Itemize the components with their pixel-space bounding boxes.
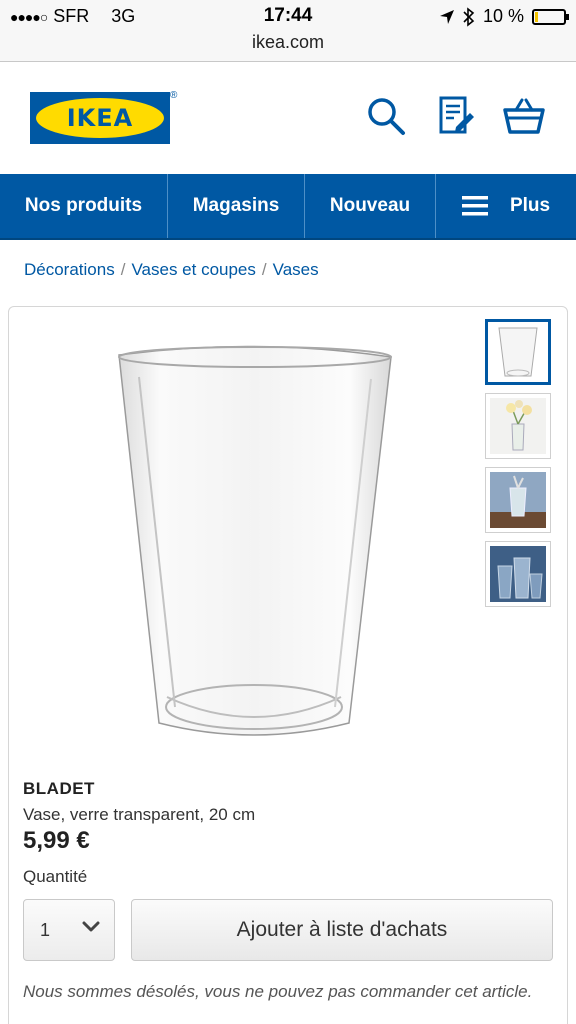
product-name: BLADET bbox=[23, 779, 95, 798]
product-price: 5,99 € bbox=[23, 827, 90, 854]
battery-icon bbox=[532, 8, 569, 25]
breadcrumb-separator: / bbox=[261, 260, 267, 279]
nav-item-products[interactable]: Nos produits bbox=[0, 174, 168, 238]
breadcrumb-separator: / bbox=[120, 260, 126, 279]
thumbnail-vase-empty[interactable] bbox=[485, 319, 551, 385]
search-icon[interactable] bbox=[364, 94, 408, 138]
nav-item-new[interactable]: Nouveau bbox=[305, 174, 436, 238]
thumbnail-list bbox=[485, 319, 553, 615]
breadcrumb-link-vases-coupes[interactable]: Vases et coupes bbox=[131, 260, 255, 280]
add-to-shopping-list-button[interactable]: Ajouter à liste d'achats bbox=[131, 899, 553, 961]
thumbnail-vases-group[interactable] bbox=[485, 541, 551, 607]
basket-icon[interactable] bbox=[502, 94, 546, 138]
quantity-label: Quantité bbox=[23, 867, 88, 886]
breadcrumb: Décorations / Vases et coupes / Vases bbox=[24, 260, 319, 280]
quantity-value: 1 bbox=[40, 919, 51, 940]
unavailable-notice: Nous sommes désolés, vous ne pouvez pas … bbox=[23, 982, 533, 1001]
quantity-select[interactable]: 1 bbox=[23, 899, 115, 961]
thumbnail-vase-shelf[interactable] bbox=[485, 467, 551, 533]
thumbnail-vase-flowers[interactable] bbox=[485, 393, 551, 459]
logo-wordmark: IKEA bbox=[36, 98, 164, 138]
product-image[interactable] bbox=[109, 337, 399, 747]
status-bar: ●●●●○ SFR 3G 17:44 ikea.com 10 % bbox=[0, 0, 576, 62]
address-bar[interactable]: ikea.com bbox=[0, 32, 576, 53]
nav-item-label: Magasins bbox=[192, 195, 280, 216]
status-icons: 10 % bbox=[439, 6, 569, 27]
registered-mark: ® bbox=[170, 90, 178, 101]
product-card: BLADET Vase, verre transparent, 20 cm 5,… bbox=[8, 306, 568, 1024]
menu-icon bbox=[461, 196, 488, 216]
location-arrow-icon bbox=[439, 9, 454, 24]
nav-item-label: Nouveau bbox=[329, 195, 411, 216]
chevron-down-icon bbox=[82, 921, 100, 932]
nav-item-more[interactable]: Plus bbox=[436, 174, 576, 238]
shopping-list-icon[interactable] bbox=[434, 94, 478, 138]
nav-item-label: Nos produits bbox=[24, 195, 143, 216]
bluetooth-icon bbox=[463, 6, 475, 27]
battery-percent: 10 % bbox=[482, 6, 524, 26]
ikea-logo[interactable]: IKEA bbox=[30, 92, 170, 144]
main-nav: Nos produits Magasins Nouveau Plus bbox=[0, 174, 576, 240]
nav-item-label: Plus bbox=[509, 195, 551, 216]
breadcrumb-link-decorations[interactable]: Décorations bbox=[24, 260, 115, 280]
product-description: Vase, verre transparent, 20 cm bbox=[23, 805, 256, 824]
breadcrumb-link-vases[interactable]: Vases bbox=[273, 260, 319, 280]
nav-item-stores[interactable]: Magasins bbox=[168, 174, 305, 238]
site-header: IKEA ® bbox=[0, 62, 576, 174]
